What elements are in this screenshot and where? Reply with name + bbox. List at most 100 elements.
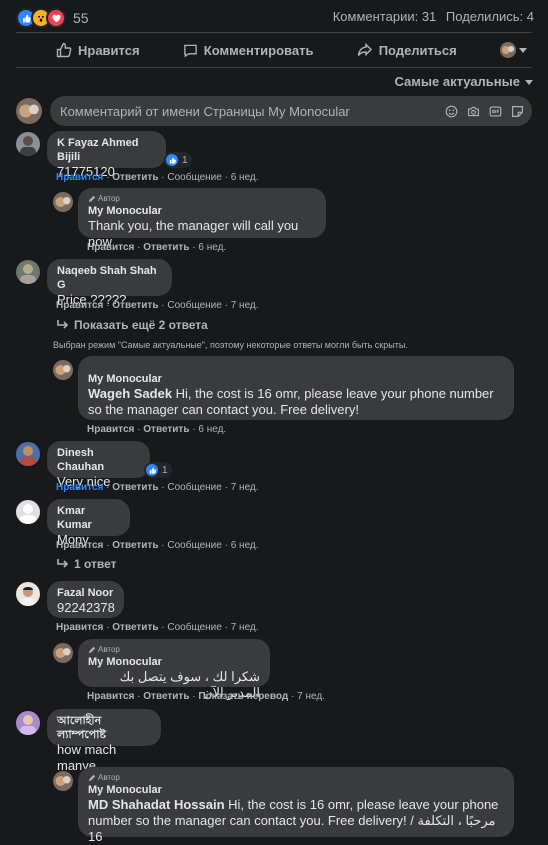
show-translation-link[interactable]: Показать перевод — [198, 691, 288, 702]
comment-reply-link[interactable]: Ответить — [112, 622, 158, 633]
caret-down-icon — [525, 79, 533, 85]
shares-count[interactable]: Поделились: 4 — [446, 9, 534, 24]
sort-comments-dropdown[interactable]: Самые актуальные — [395, 74, 535, 89]
avatar[interactable] — [53, 643, 73, 663]
avatar[interactable] — [53, 192, 73, 212]
caret-down-icon — [518, 48, 527, 53]
comment-timestamp[interactable]: 7 нед. — [231, 300, 259, 311]
comment-like-link[interactable]: Нравится — [56, 540, 103, 551]
comment-author-name[interactable]: আলোহীন ল্যাম্পপোষ্ট — [57, 714, 151, 742]
author-badge: Автор — [88, 644, 260, 655]
avatar[interactable] — [16, 582, 40, 606]
like-button[interactable]: Нравится — [56, 42, 140, 58]
post-stats: Комментарии: 31 Поделились: 4 — [327, 9, 534, 24]
pencil-icon — [88, 646, 96, 653]
avatar[interactable] — [16, 442, 40, 466]
mention-link[interactable]: Wageh Sadek — [88, 386, 172, 401]
comment-timestamp[interactable]: 7 нед. — [231, 622, 259, 633]
comment-author-name[interactable]: K Fayaz Ahmed Bijili — [57, 136, 156, 164]
comment-author-name[interactable]: My Monocular — [88, 783, 504, 797]
divider — [16, 67, 532, 68]
share-button[interactable]: Поделиться — [357, 42, 457, 58]
comment-composer: Комментарий от имени Страницы My Monocul… — [16, 96, 532, 126]
author-badge: Автор — [88, 193, 316, 204]
comment-reply-link[interactable]: Ответить — [143, 242, 189, 253]
comment-reply-link[interactable]: Ответить — [143, 691, 189, 702]
comment-bubble: Naqeeb Shah Shah G Price ????? — [47, 259, 172, 307]
comment-meta: Нравится · Ответить · Показать перевод ·… — [87, 691, 325, 702]
comment-like-link[interactable]: Нравится — [56, 300, 103, 311]
comment-author-name[interactable]: My Monocular — [88, 372, 504, 386]
reactions-summary[interactable]: 55 — [16, 8, 89, 28]
comment-like-link[interactable]: Нравится — [87, 691, 134, 702]
post-as-selector[interactable] — [499, 42, 528, 58]
emoji-icon[interactable] — [444, 104, 458, 118]
comments-count[interactable]: Комментарии: 31 — [333, 9, 437, 24]
comment-like-link[interactable]: Нравится — [56, 172, 103, 183]
avatar[interactable] — [16, 260, 40, 284]
author-label: Автор — [98, 194, 120, 203]
comment-reply-link[interactable]: Ответить — [112, 482, 158, 493]
comment-reactions-badge[interactable]: 1 — [164, 152, 192, 168]
comment-input[interactable]: Комментарий от имени Страницы My Monocul… — [50, 96, 532, 126]
comment-like-link[interactable]: Нравится — [56, 482, 103, 493]
like-reaction-icon — [145, 463, 159, 477]
comment-author-name[interactable]: Fazal Noor — [57, 586, 114, 600]
comment-like-link[interactable]: Нравится — [87, 424, 134, 435]
comment-author-name[interactable]: Dinesh Chauhan — [57, 446, 140, 474]
post-actions-bar: Нравится Комментировать Поделиться — [16, 36, 532, 64]
comment-timestamp[interactable]: 7 нед. — [231, 482, 259, 493]
view-replies-link[interactable]: 1 ответ — [56, 557, 117, 571]
comment-icon — [184, 44, 197, 57]
share-button-label: Поделиться — [378, 42, 457, 58]
reply-arrow-icon — [57, 559, 69, 568]
comment-button-label: Комментировать — [203, 42, 314, 58]
share-icon — [357, 42, 372, 57]
comment-timestamp[interactable]: 6 нед. — [231, 172, 259, 183]
show-more-replies-label: Показать ещё 2 ответа — [74, 318, 208, 332]
gif-icon[interactable] — [488, 104, 502, 118]
comment-message-link[interactable]: Сообщение — [167, 172, 221, 183]
mention-link[interactable]: MD Shahadat Hossain — [88, 797, 225, 812]
comment-reply-link[interactable]: Ответить — [112, 300, 158, 311]
avatar[interactable] — [16, 711, 40, 735]
show-more-replies-link[interactable]: Показать ещё 2 ответа — [56, 318, 208, 332]
comment-timestamp[interactable]: 7 нед. — [297, 691, 325, 702]
comment-text: MD Shahadat Hossain Hi, the cost is 16 o… — [88, 797, 499, 844]
comment-author-name[interactable]: Naqeeb Shah Shah G — [57, 264, 162, 292]
divider — [16, 32, 532, 33]
comment-message-link[interactable]: Сообщение — [167, 622, 221, 633]
comment-reactions-badge[interactable]: 1 — [144, 462, 172, 478]
comment-meta: Нравится · Ответить · Сообщение · 6 нед. — [56, 540, 259, 551]
comment-like-link[interactable]: Нравится — [87, 242, 134, 253]
comment-author-name[interactable]: My Monocular — [88, 655, 260, 669]
author-label: Автор — [98, 773, 120, 782]
comment-message-link[interactable]: Сообщение — [167, 300, 221, 311]
avatar[interactable] — [53, 360, 73, 380]
pencil-icon — [88, 195, 96, 202]
comment-timestamp[interactable]: 6 нед. — [198, 242, 226, 253]
comment-like-link[interactable]: Нравится — [56, 622, 103, 633]
avatar[interactable] — [16, 500, 40, 524]
comment-message-link[interactable]: Сообщение — [167, 540, 221, 551]
comment-reply-link[interactable]: Ответить — [143, 424, 189, 435]
comment-button[interactable]: Комментировать — [183, 42, 314, 58]
comment-bubble: Dinesh Chauhan Very nice — [47, 441, 150, 489]
comment-reply-link[interactable]: Ответить — [112, 172, 158, 183]
author-badge: Автор — [88, 772, 504, 783]
comment-timestamp[interactable]: 6 нед. — [198, 424, 226, 435]
avatar[interactable] — [16, 132, 40, 156]
hidden-replies-note: Выбран режим "Самые актуальные", поэтому… — [53, 340, 408, 350]
author-label: Автор — [98, 645, 120, 654]
avatar[interactable] — [53, 771, 73, 791]
reply-arrow-icon — [57, 320, 69, 329]
comment-bubble: Fazal Noor 92242378 — [47, 581, 124, 618]
camera-icon[interactable] — [466, 104, 480, 118]
comment-timestamp[interactable]: 6 нед. — [231, 540, 259, 551]
comment-message-link[interactable]: Сообщение — [167, 482, 221, 493]
reactions-count: 55 — [73, 10, 89, 26]
comment-author-name[interactable]: My Monocular — [88, 204, 316, 218]
sticker-icon[interactable] — [510, 104, 524, 118]
comment-author-name[interactable]: Kmar Kumar — [57, 504, 120, 532]
comment-reply-link[interactable]: Ответить — [112, 540, 158, 551]
